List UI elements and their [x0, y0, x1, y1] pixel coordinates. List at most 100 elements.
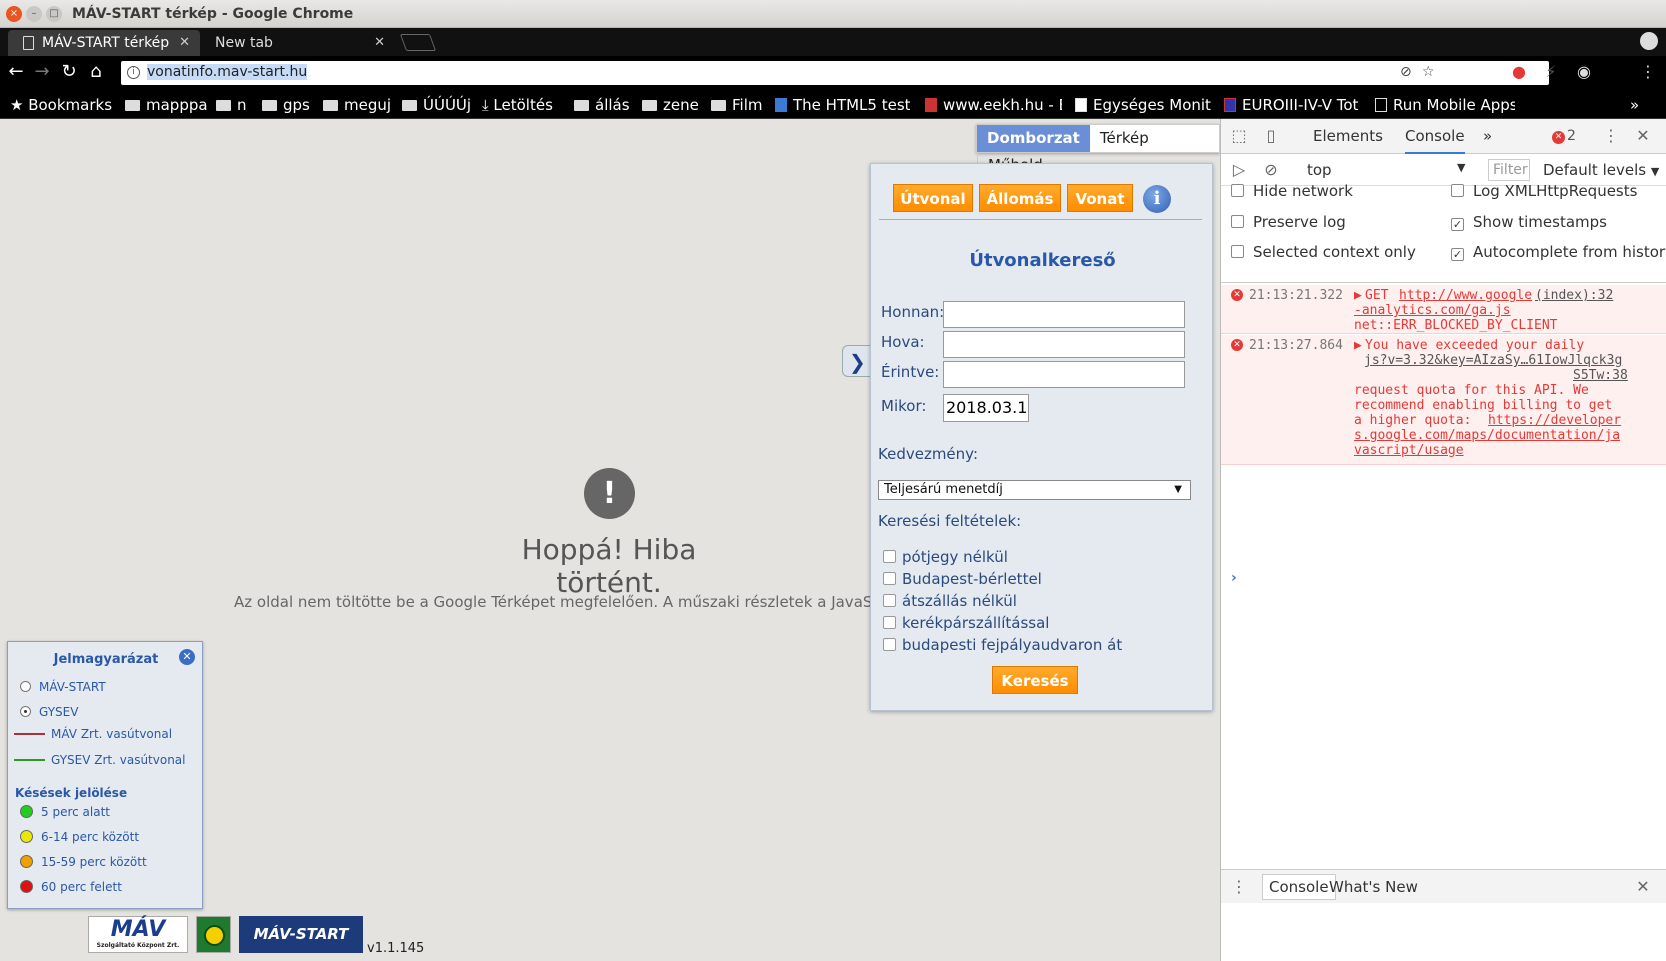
bookmark-run-mobile[interactable]: Run Mobile Apps — [1375, 96, 1515, 114]
option-selected-context[interactable]: Selected context only — [1231, 243, 1416, 261]
window-maximize-button[interactable]: □ — [46, 6, 62, 22]
bookmark-euroiii[interactable]: EUROIII-IV-V Tot — [1224, 96, 1361, 114]
checkbox[interactable] — [883, 550, 896, 563]
option-autocomplete[interactable]: ✓ Autocomplete from history — [1451, 243, 1666, 261]
radio-button[interactable] — [20, 706, 31, 717]
bookmark-eekh[interactable]: www.eekh.hu - E — [925, 96, 1062, 114]
more-tabs-icon[interactable]: » — [1483, 127, 1492, 145]
log-link[interactable]: s.google.com/maps/documentation/ja — [1354, 428, 1620, 443]
extension-adblock-icon[interactable]: ● — [1508, 61, 1530, 83]
bookmark-folder[interactable]: állás — [574, 96, 630, 114]
console-error-entry[interactable]: ✕ 21:13:21.322 ▶ GET http://www.google (… — [1221, 285, 1666, 334]
tab-close-icon[interactable]: ✕ — [179, 30, 190, 56]
option-hide-network[interactable]: Hide network — [1231, 182, 1353, 200]
checkbox[interactable] — [1231, 215, 1244, 228]
address-bar[interactable]: i vonatinfo.mav-start.hu ⊘ ☆ — [121, 61, 1549, 85]
condition-no-transfer[interactable]: átszállás nélkül — [883, 592, 1017, 610]
bookmarks-overflow-icon[interactable]: » — [1630, 96, 1639, 114]
log-source-link[interactable]: (index):32 — [1535, 288, 1613, 303]
device-toolbar-icon[interactable]: ▯ — [1261, 125, 1281, 147]
devtools-menu-icon[interactable]: ⋮ — [1601, 125, 1621, 147]
condition-budapest-pass[interactable]: Budapest-bérlettel — [883, 570, 1042, 588]
option-show-timestamps[interactable]: ✓ Show timestamps — [1451, 213, 1607, 231]
option-preserve-log[interactable]: Preserve log — [1231, 213, 1346, 231]
bookmark-star-icon[interactable]: ☆ — [1422, 64, 1435, 80]
checkbox[interactable] — [883, 594, 896, 607]
close-icon[interactable]: ✕ — [179, 649, 195, 665]
mav-start-logo[interactable]: MÁV-START — [239, 916, 363, 953]
checkbox-checked[interactable]: ✓ — [1451, 248, 1464, 261]
drawer-menu-icon[interactable]: ⋮ — [1229, 876, 1249, 898]
bookmark-folder[interactable]: Film — [711, 96, 762, 114]
filter-input[interactable]: Filter — [1488, 159, 1530, 181]
checkbox-checked[interactable]: ✓ — [1451, 218, 1464, 231]
discount-select[interactable]: Teljesárú menetdíj ▼ — [878, 480, 1191, 500]
log-link[interactable]: https://developer — [1488, 413, 1621, 428]
chevron-down-icon[interactable]: ▼ — [1457, 161, 1465, 174]
extension-globe-icon[interactable]: ◉ — [1573, 61, 1595, 83]
reload-icon[interactable]: ↻ — [57, 60, 81, 84]
tab-new-tab[interactable]: New tab ✕ — [200, 30, 395, 56]
log-link[interactable]: vascript/usage — [1354, 443, 1464, 458]
legend-operator-mav[interactable]: MÁV-START — [20, 680, 106, 694]
checkbox[interactable] — [883, 616, 896, 629]
levels-dropdown[interactable]: Default levels ▼ — [1543, 161, 1659, 179]
bookmark-folder[interactable]: ÚÚÚÚj — [402, 96, 471, 114]
expand-arrow-icon[interactable]: ▶ — [1354, 288, 1362, 303]
option-log-xhr[interactable]: Log XMLHttpRequests — [1451, 182, 1637, 200]
profile-icon[interactable] — [1640, 32, 1658, 50]
expand-arrow-icon[interactable]: ▶ — [1354, 338, 1362, 353]
bookmark-folder[interactable]: mapppa — [125, 96, 208, 114]
drawer-close-icon[interactable]: ✕ — [1633, 876, 1653, 898]
forward-icon[interactable]: → — [30, 60, 54, 84]
bookmark-folder[interactable]: meguj — [323, 96, 391, 114]
date-input[interactable]: 2018.03.18 — [943, 394, 1029, 422]
checkbox[interactable] — [883, 638, 896, 651]
home-icon[interactable]: ⌂ — [84, 60, 108, 84]
map-type-map-button[interactable]: Térkép — [1090, 125, 1159, 152]
bookmark-folder[interactable]: n — [216, 96, 247, 114]
inspect-element-icon[interactable]: ⬚ — [1229, 125, 1249, 147]
log-source-link[interactable]: js?v=3.32&key=AIzaSy…61IowJlqck3g — [1364, 353, 1622, 368]
condition-no-supplement[interactable]: pótjegy nélkül — [883, 548, 1008, 566]
extension-icon[interactable]: ⚡ — [1540, 61, 1562, 83]
sidebar-toggle-icon[interactable]: ▷ — [1229, 159, 1249, 181]
tab-route-button[interactable]: Útvonal — [893, 184, 973, 212]
info-icon[interactable]: i — [1143, 185, 1171, 213]
context-selector[interactable]: top — [1307, 161, 1332, 179]
panel-collapse-button[interactable]: ❯ — [842, 345, 872, 377]
checkbox[interactable] — [1451, 184, 1464, 197]
log-link[interactable]: http://www.google — [1399, 288, 1532, 303]
bookmark-html5test[interactable]: The HTML5 test — [775, 96, 910, 114]
condition-terminal[interactable]: budapesti fejpályaudvaron át — [883, 636, 1122, 654]
console-prompt[interactable]: › — [1231, 570, 1237, 586]
bookmark-egyseges[interactable]: Egységes Monit — [1075, 96, 1212, 114]
log-source-link[interactable]: S5Tw:38 — [1573, 368, 1628, 383]
back-icon[interactable]: ← — [4, 60, 28, 84]
clear-console-icon[interactable]: ⊘ — [1261, 159, 1281, 181]
condition-bicycle[interactable]: kerékpárszállítással — [883, 614, 1049, 632]
map-type-terrain-button[interactable]: Domborzat — [977, 125, 1090, 152]
drawer-tab-console[interactable]: Console — [1262, 874, 1336, 900]
bookmark-bookmarks[interactable]: ★ Bookmarks — [10, 96, 112, 114]
new-tab-button[interactable] — [399, 34, 437, 51]
translate-icon[interactable]: ⊘ — [1400, 64, 1412, 80]
tab-train-button[interactable]: Vonat — [1067, 184, 1133, 212]
tab-close-icon[interactable]: ✕ — [374, 30, 385, 56]
checkbox[interactable] — [1231, 245, 1244, 258]
console-error-entry[interactable]: ✕ 21:13:27.864 ▶ You have exceeded your … — [1221, 335, 1666, 465]
bookmark-folder[interactable]: gps — [262, 96, 310, 114]
log-link[interactable]: -analytics.com/ga.js — [1354, 303, 1511, 318]
menu-icon[interactable]: ⋮ — [1637, 61, 1659, 83]
site-info-icon[interactable]: i — [127, 66, 140, 79]
bookmark-folder[interactable]: zene — [642, 96, 699, 114]
search-button[interactable]: Keresés — [992, 666, 1078, 694]
tab-console[interactable]: Console — [1405, 127, 1465, 154]
url-text[interactable]: vonatinfo.mav-start.hu — [147, 64, 308, 80]
window-minimize-button[interactable]: – — [26, 6, 42, 22]
from-input[interactable] — [943, 301, 1185, 328]
to-input[interactable] — [943, 331, 1185, 358]
drawer-tab-whats-new[interactable]: What's New — [1329, 878, 1418, 896]
gysev-logo[interactable] — [196, 916, 231, 953]
checkbox[interactable] — [1231, 184, 1244, 197]
